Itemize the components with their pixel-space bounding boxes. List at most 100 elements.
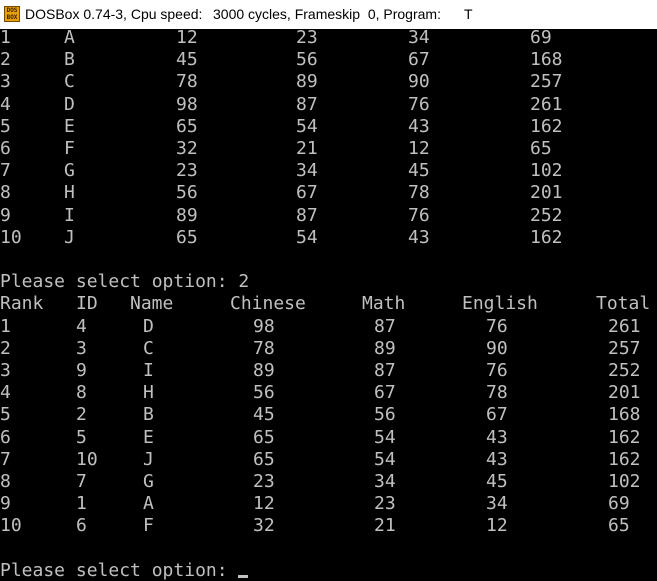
table-cell: 78 [253,337,275,359]
table-cell: 12 [486,515,508,537]
table-cell: 102 [608,471,641,492]
table-cell: 67 [486,404,508,426]
table-cell: 67 [374,382,396,404]
ranked-table-row: 9 1 A 12 23 34 69 [0,493,657,515]
table-cell: A [64,29,75,48]
table-cell: J [64,226,75,248]
table-cell: 21 [374,515,396,537]
first-table-row: 1 A 12 23 34 69 [0,29,657,49]
table-cell: 43 [486,448,508,470]
table-cell: 54 [374,426,396,448]
table-cell: 257 [530,71,563,93]
first-table-row: 9 I 89 87 76 252 [0,205,657,227]
table-cell: 102 [530,160,563,182]
first-table-row: 6 F 32 21 12 65 [0,138,657,160]
table-cell: 12 [253,493,275,515]
table-cell: 45 [176,49,198,71]
table-cell: D [143,315,154,337]
column-header: English [462,293,538,315]
table-cell: D [64,93,75,115]
table-cell: 34 [374,471,396,492]
table-cell: 65 [253,448,275,470]
table-cell: 201 [608,382,641,404]
table-cell: 34 [296,160,318,182]
table-cell: 12 [408,138,430,159]
table-cell: 43 [408,115,430,137]
table-cell: 261 [530,93,563,115]
table-cell: 90 [486,337,508,359]
table-cell: 3 [76,337,87,359]
table-cell: 257 [608,337,641,359]
table-cell: 23 [253,471,275,492]
table-cell: 5 [0,115,11,137]
table-cell: E [64,115,75,137]
table-cell: 9 [0,493,11,515]
first-table-row: 5 E 65 54 43 162 [0,116,657,138]
table-cell: 90 [408,71,430,93]
title-bar[interactable]: DOS BOX DOSBox 0.74-3, Cpu speed: 3000 c… [0,0,657,29]
table-cell: 6 [76,515,87,537]
table-cell: 69 [530,29,552,48]
table-cell: 76 [486,360,508,381]
window-title-app: DOSBox 0.74-3, Cpu speed: [25,6,203,22]
table-cell: 65 [176,115,198,137]
table-cell: C [143,337,154,359]
ranked-table-row: 5 2 B 45 56 67 168 [0,404,657,426]
table-cell: 54 [374,448,396,470]
table-cell: 87 [296,204,318,226]
table-cell: 89 [296,71,318,93]
table-cell: 65 [608,515,630,537]
table-cell: H [143,382,154,404]
first-table-row: 8 H 56 67 78 201 [0,182,657,204]
table-cell: 65 [530,138,552,159]
table-cell: J [143,448,154,470]
table-cell: 69 [608,493,630,515]
table-cell: 8 [0,471,11,492]
table-cell: 5 [76,426,87,448]
table-cell: F [143,515,154,537]
table-cell: 7 [0,160,11,182]
table-cell: 89 [253,360,275,381]
first-table-row: 3 C 78 89 90 257 [0,71,657,93]
table-cell: 76 [408,204,430,226]
table-cell: I [64,204,75,226]
dosbox-app-icon: DOS BOX [4,6,20,22]
table-cell: 34 [408,29,430,48]
table-cell: 8 [76,382,87,404]
table-cell: 4 [76,315,87,337]
ranked-table-row: 1 4 D 98 87 76 261 [0,316,657,338]
table-cell: 2 [76,404,87,426]
first-table-row: 2 B 45 56 67 168 [0,49,657,71]
table-cell: 9 [0,204,11,226]
table-cell: 78 [486,382,508,404]
table-cell: 98 [176,93,198,115]
table-cell: 43 [486,426,508,448]
table-cell: 98 [253,315,275,337]
table-cell: 9 [76,360,87,381]
table-cell: 54 [296,226,318,248]
text-cursor [238,574,249,578]
ranked-table-row: 6 5 E 65 54 43 162 [0,427,657,449]
first-table-row: 4 D 98 87 76 261 [0,94,657,116]
table-cell: 76 [408,93,430,115]
table-cell: G [64,160,75,182]
column-header: Name [130,293,174,315]
table-cell: 56 [253,382,275,404]
table-cell: 89 [176,204,198,226]
table-cell: 6 [0,138,11,159]
table-cell: E [143,426,154,448]
table-cell: 76 [486,315,508,337]
table-cell: 162 [530,115,563,137]
ranked-table-row: 3 9 I 89 87 76 252 [0,360,657,382]
table-cell: 12 [176,29,198,48]
table-cell: 56 [176,182,198,204]
table-cell: 162 [608,426,641,448]
table-cell: 5 [0,404,11,426]
table-cell: 252 [530,204,563,226]
table-cell: 45 [486,471,508,492]
table-cell: 1 [0,29,11,48]
table-cell: B [64,49,75,71]
table-cell: F [64,138,75,159]
prompt-select-option: Please select option: 2 [0,271,250,293]
dos-console[interactable]: 1 A 12 23 34 69 2 B 45 56 67 168 3 C 78 89 90 257 4 D 98 87 76… [0,29,657,581]
